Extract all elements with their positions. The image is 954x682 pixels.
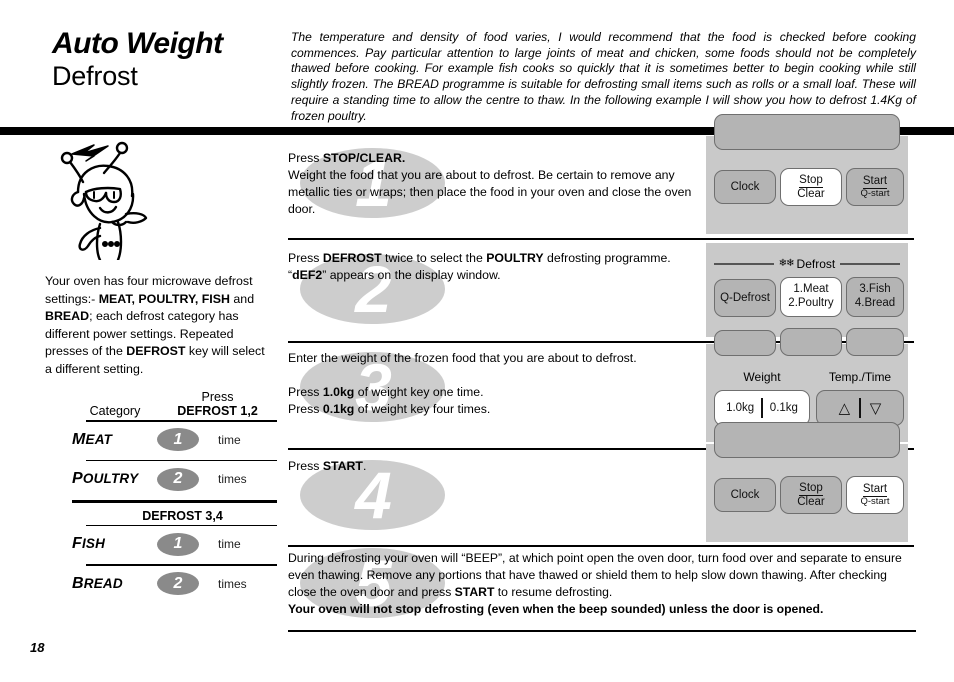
poultry-label: 2.Poultry [788, 297, 834, 309]
fish-label: 3.Fish [859, 283, 891, 296]
group-line-right [840, 263, 901, 265]
control-panel-step-4: Clock Stop Clear Start Q-start [706, 422, 908, 542]
table-row: BREAD 2 times [72, 566, 277, 602]
defrost-label: Defrost [796, 257, 836, 271]
arrow-down-icon[interactable]: ▽ [861, 401, 891, 416]
press-count-value: 1 [157, 532, 199, 556]
step-4-text: Press START. [288, 459, 367, 473]
page-title-secondary: Defrost [52, 61, 138, 92]
stop-clear-button[interactable]: Stop Clear [780, 476, 842, 514]
arrow-up-icon[interactable]: △ [830, 401, 860, 416]
table-row: FISH 1 time [72, 526, 277, 562]
category-label: POULTRY [72, 470, 139, 487]
category-label: FISH [72, 535, 106, 552]
intro-paragraph: The temperature and density of food vari… [291, 30, 916, 123]
press-times-label: time [218, 432, 241, 447]
start-qstart-button[interactable]: Start Q-start [846, 168, 904, 206]
press-count-badge: 2 [142, 467, 214, 491]
start-qstart-button[interactable]: Start Q-start [846, 476, 904, 514]
stop-label: Stop [799, 481, 823, 496]
step-2-text: Press DEFROST twice to select the POULTR… [288, 251, 671, 282]
page-header: Auto Weight Defrost The temperature and … [0, 0, 954, 128]
mascot-illustration-icon [50, 140, 160, 262]
meat-label: 1.Meat [793, 283, 829, 296]
press-count-value: 1 [157, 428, 199, 451]
fish-bread-button-stub[interactable] [846, 328, 904, 356]
clear-label: Clear [797, 187, 825, 200]
step-1-text: Press STOP/CLEAR. Weight the food that yo… [288, 151, 692, 216]
weight-1kg-label: 1.0kg [726, 401, 755, 414]
page-number: 18 [30, 640, 45, 655]
defrost-category-table: Category Press DEFROST 1,2 MEAT 1 time P… [72, 390, 277, 602]
step-3-text: Enter the weight of the frozen food that… [288, 351, 637, 416]
clock-button-label: Clock [730, 488, 760, 501]
meat-poultry-button[interactable]: 1.Meat 2.Poultry [780, 277, 842, 317]
table-row: POULTRY 2 times [72, 461, 277, 497]
temp-time-button[interactable]: △ ▽ [816, 390, 904, 426]
snowflake-icon: ❄❄ [778, 258, 795, 269]
column-header-press: Press DEFROST 1,2 [158, 390, 277, 418]
column-header-press-top: Press [201, 390, 234, 404]
table-header-row: Category Press DEFROST 1,2 [72, 390, 277, 418]
q-defrost-button[interactable]: Q-Defrost [714, 279, 776, 317]
press-count-badge: 1 [142, 532, 214, 556]
qstart-label: Q-start [860, 187, 890, 199]
category-label: MEAT [72, 430, 113, 448]
display-panel-stub [714, 114, 900, 150]
start-label: Start [862, 482, 888, 497]
q-defrost-button-stub[interactable] [714, 330, 776, 356]
sidebar-description: Your oven has four microwave defrost set… [45, 274, 265, 377]
q-defrost-label: Q-Defrost [720, 291, 770, 304]
clock-button[interactable]: Clock [714, 170, 776, 204]
temp-time-group-label: Temp./Time [828, 370, 892, 384]
step-separator-1 [288, 238, 914, 240]
clear-label: Clear [797, 495, 825, 508]
defrost-group-header: ❄❄ Defrost [714, 257, 901, 271]
display-panel-stub [714, 422, 900, 458]
weight-group-label: Weight [743, 370, 781, 384]
bottom-note-text: During defrosting your oven will “BEEP”,… [288, 551, 902, 617]
meat-poultry-button-stub[interactable] [780, 328, 842, 356]
column-header-category: Category [89, 404, 141, 418]
fish-bread-button[interactable]: 3.Fish 4.Bread [846, 277, 904, 317]
group-line-left [714, 263, 774, 265]
stop-clear-button[interactable]: Stop Clear [780, 168, 842, 206]
column-header-press-bottom: DEFROST 1,2 [177, 404, 258, 418]
press-times-label: times [218, 472, 247, 486]
weight-0-1kg-label: 0.1kg [769, 401, 798, 414]
press-count-value: 2 [157, 467, 199, 491]
clock-button[interactable]: Clock [714, 478, 776, 512]
weight-button[interactable]: 1.0kg 0.1kg [714, 390, 810, 426]
table-subheader-defrost34: DEFROST 3,4 [142, 508, 223, 523]
bottom-rule [288, 630, 916, 633]
clock-button-label: Clock [730, 180, 760, 193]
press-count-value: 2 [157, 572, 199, 595]
defrost-group-title: ❄❄ Defrost [774, 257, 840, 271]
control-panel-step-2: ❄❄ Defrost Q-Defrost 1.Meat 2.Poultry 3.… [706, 243, 908, 337]
press-count-badge: 2 [142, 572, 214, 595]
page-title-primary: Auto Weight [52, 27, 223, 60]
press-times-label: times [218, 576, 247, 591]
control-panel-step-1: Clock Stop Clear Start Q-start [706, 114, 908, 234]
start-label: Start [862, 174, 888, 189]
table-row: MEAT 1 time [72, 422, 277, 458]
category-label: BREAD [72, 574, 123, 592]
qstart-label: Q-start [860, 495, 890, 507]
press-times-label: time [218, 537, 241, 551]
bread-label: 4.Bread [854, 297, 896, 309]
press-count-badge: 1 [142, 428, 214, 451]
stop-label: Stop [799, 173, 823, 188]
page-title: Auto Weight Defrost [52, 27, 292, 94]
